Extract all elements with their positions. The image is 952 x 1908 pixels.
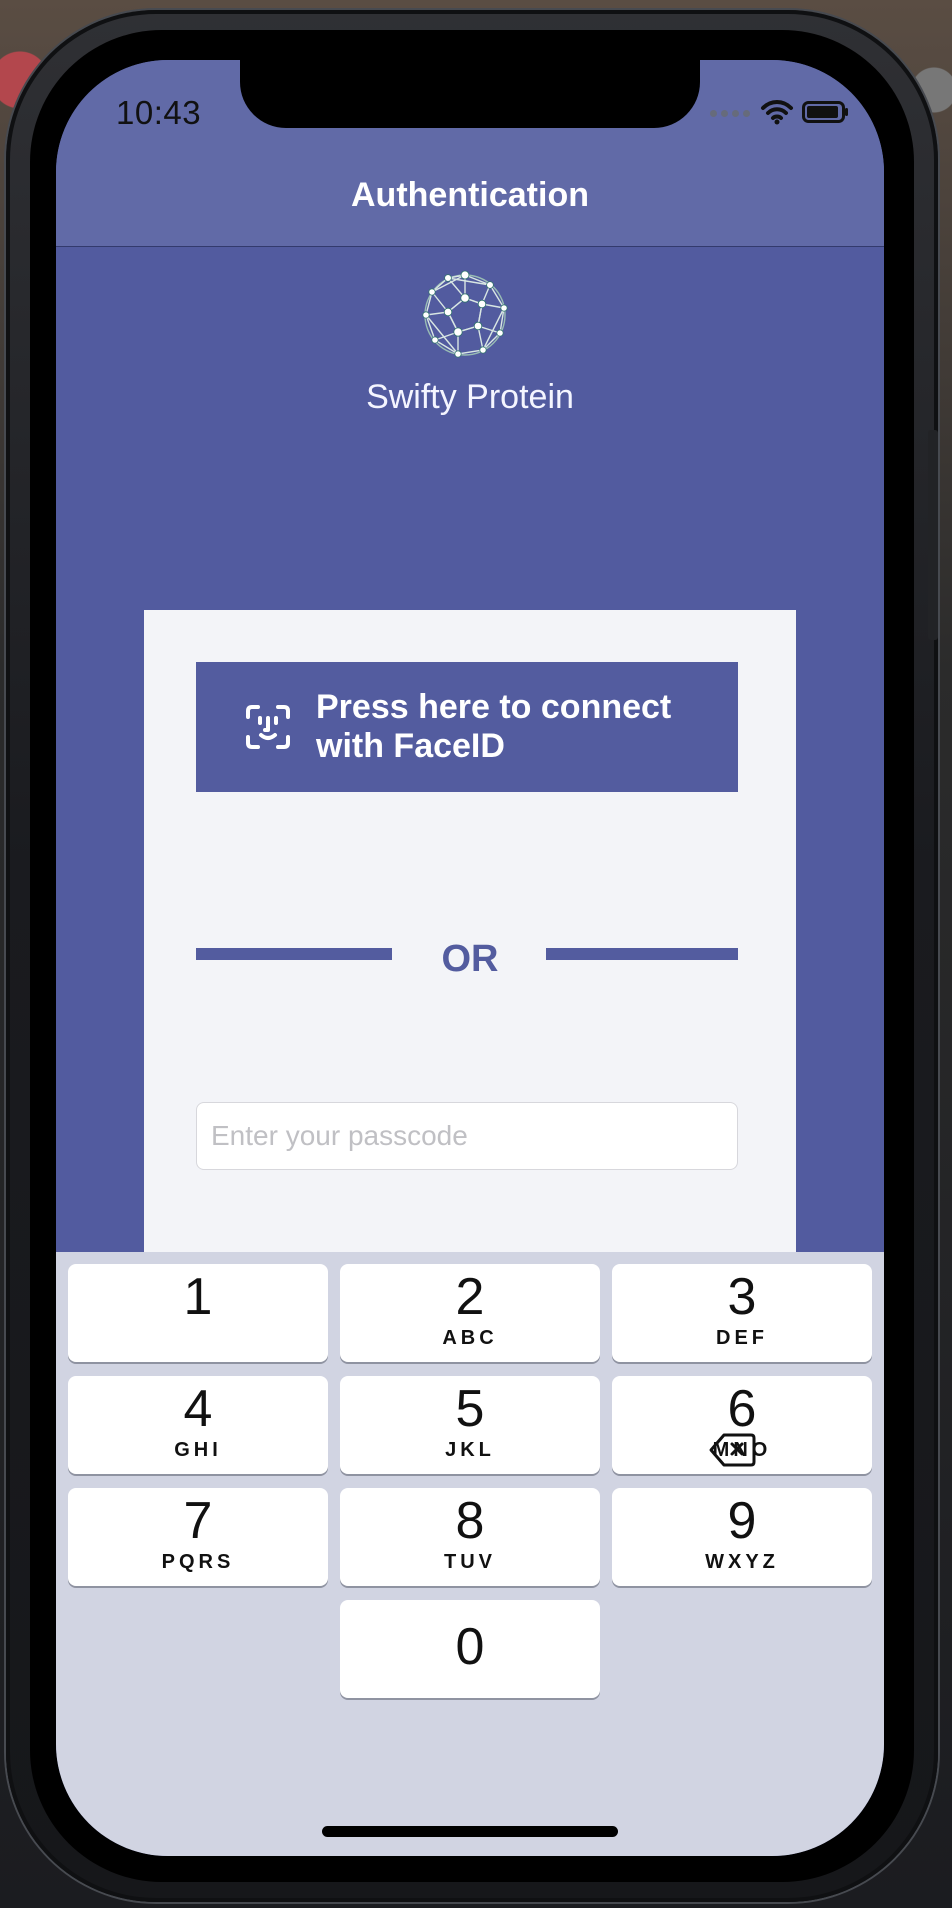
key-4[interactable]: 4 GHI bbox=[68, 1376, 328, 1474]
status-icons bbox=[710, 98, 850, 126]
faceid-button-label: Press here to connect with FaceID bbox=[316, 688, 672, 765]
wifi-icon bbox=[761, 100, 793, 125]
numeric-keyboard: 1 2 ABC 3 DEF 4 GHI 5 JKL 6 MNO 7 PQRS 8… bbox=[56, 1252, 884, 1856]
key-9[interactable]: 9 WXYZ bbox=[612, 1488, 872, 1586]
battery-icon bbox=[802, 101, 848, 123]
key-letters: WXYZ bbox=[705, 1551, 779, 1573]
app-name: Swifty Protein bbox=[366, 378, 574, 416]
key-letters: PQRS bbox=[161, 1551, 235, 1573]
app-screen: Authentication 10:43 Swifty Protein Pres… bbox=[56, 60, 884, 1856]
authentication-card: Press here to connect with FaceID OR bbox=[144, 610, 796, 1252]
molecule-icon bbox=[422, 270, 508, 358]
key-8[interactable]: 8 TUV bbox=[340, 1488, 600, 1586]
key-letters: GHI bbox=[174, 1439, 222, 1461]
key-7[interactable]: 7 PQRS bbox=[68, 1488, 328, 1586]
key-1[interactable]: 1 bbox=[68, 1264, 328, 1362]
key-number: 3 bbox=[727, 1268, 757, 1326]
key-number: 0 bbox=[455, 1618, 485, 1676]
navigation-title: Authentication bbox=[351, 176, 589, 214]
key-letters: DEF bbox=[716, 1327, 768, 1349]
key-number: 1 bbox=[183, 1268, 213, 1326]
signal-icon bbox=[710, 110, 750, 117]
device-notch bbox=[240, 60, 700, 128]
separator-line-right bbox=[546, 948, 738, 960]
key-letters: TUV bbox=[444, 1551, 496, 1573]
power-button bbox=[928, 430, 938, 640]
key-number: 4 bbox=[183, 1380, 213, 1438]
home-indicator bbox=[322, 1826, 618, 1837]
key-number: 7 bbox=[183, 1492, 213, 1550]
key-number: 5 bbox=[455, 1380, 485, 1438]
key-letters: JKL bbox=[445, 1439, 495, 1461]
backspace-key[interactable] bbox=[602, 1402, 862, 1500]
key-number: 2 bbox=[455, 1268, 485, 1326]
key-number: 9 bbox=[727, 1492, 757, 1550]
key-5[interactable]: 5 JKL bbox=[340, 1376, 600, 1474]
faceid-button[interactable]: Press here to connect with FaceID bbox=[196, 662, 738, 792]
key-0[interactable]: 0 bbox=[340, 1600, 600, 1698]
key-3[interactable]: 3 DEF bbox=[612, 1264, 872, 1362]
key-number: 8 bbox=[455, 1492, 485, 1550]
device-scene: Authentication 10:43 Swifty Protein Pres… bbox=[0, 0, 952, 1908]
backspace-icon bbox=[709, 1433, 756, 1467]
key-2[interactable]: 2 ABC bbox=[340, 1264, 600, 1362]
key-letters: ABC bbox=[442, 1327, 498, 1349]
passcode-input[interactable] bbox=[196, 1102, 738, 1170]
status-time: 10:43 bbox=[116, 94, 202, 131]
faceid-icon bbox=[246, 705, 290, 749]
